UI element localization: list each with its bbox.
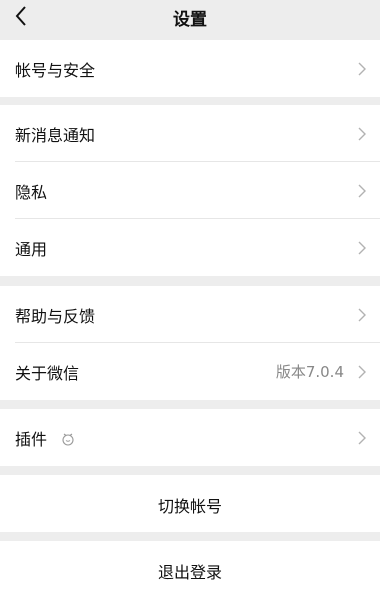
settings-item-privacy[interactable]: 隐私 [0,162,380,219]
switch-account-button[interactable]: 切换帐号 [0,475,380,532]
settings-item-label: 关于微信 [15,364,80,383]
chevron-right-icon [358,431,366,445]
chevron-right-icon [358,62,366,76]
page-title: 设置 [173,10,207,30]
version-value: 版本7.0.4 [275,363,344,381]
settings-item-label: 插件 [15,430,48,449]
settings-item-about-wechat[interactable]: 关于微信 版本7.0.4 [0,343,380,400]
logout-button[interactable]: 退出登录 [0,541,380,598]
settings-group-about: 帮助与反馈 关于微信 版本7.0.4 [0,286,380,400]
chevron-right-icon [358,127,366,141]
settings-item-plugins[interactable]: 插件 [0,409,380,466]
settings-group-account: 帐号与安全 [0,40,380,97]
chevron-right-icon [358,241,366,255]
settings-item-general[interactable]: 通用 [0,219,380,276]
chevron-right-icon [358,365,366,379]
settings-item-account-security[interactable]: 帐号与安全 [0,40,380,97]
settings-item-label: 新消息通知 [15,126,96,145]
plugin-icon [62,433,74,446]
chevron-right-icon [358,308,366,322]
nav-bar: 设置 [0,0,380,34]
logout-label: 退出登录 [157,563,222,582]
settings-item-notifications[interactable]: 新消息通知 [0,105,380,162]
switch-account-label: 切换帐号 [157,497,222,516]
settings-item-label: 隐私 [15,183,48,202]
settings-item-label: 帮助与反馈 [15,307,96,326]
settings-group-plugins: 插件 [0,409,380,466]
settings-item-help-feedback[interactable]: 帮助与反馈 [0,286,380,343]
settings-group-general: 新消息通知 隐私 通用 [0,105,380,276]
settings-item-label: 通用 [15,240,48,259]
chevron-right-icon [358,184,366,198]
settings-item-label: 帐号与安全 [15,61,96,80]
